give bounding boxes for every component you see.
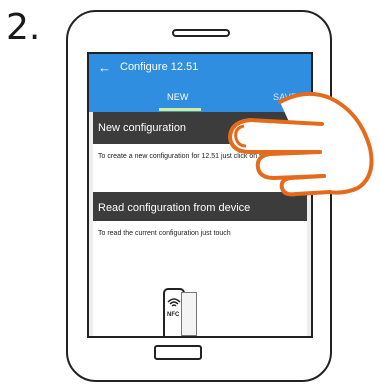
device-icon [181, 292, 197, 336]
step-number: 2. [6, 7, 41, 48]
home-button [154, 345, 202, 360]
tab-indicator [159, 108, 201, 111]
nfc-label: NFC [167, 312, 180, 318]
back-arrow-icon[interactable]: ← [98, 60, 111, 75]
phone-speaker [172, 29, 230, 37]
app-title: Configure 12.51 [120, 61, 199, 73]
tab-new[interactable]: NEW [167, 92, 189, 102]
card-read-configuration[interactable]: Read configuration from device To read t… [93, 192, 307, 336]
pointing-hand-icon [228, 91, 374, 197]
card-body-read-configuration: To read the current configuration just t… [98, 230, 231, 238]
